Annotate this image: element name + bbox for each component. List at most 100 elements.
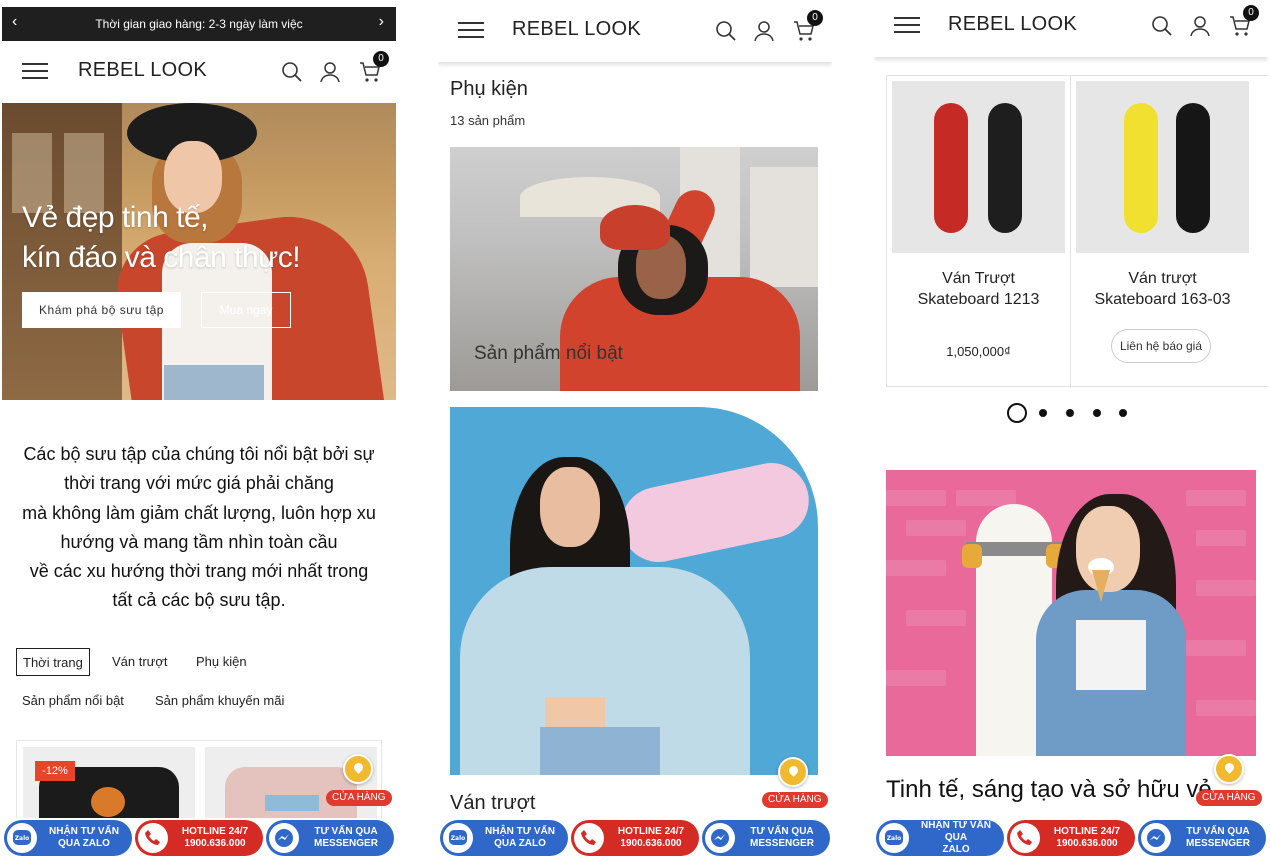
zalo-icon: Zalo <box>443 823 473 853</box>
product-name[interactable]: Ván trượt Skateboard 163-03 <box>1071 268 1254 310</box>
product-name-line1: Ván trượt <box>1128 270 1197 287</box>
zalo-consult-button[interactable]: Zalo NHẬN TƯ VẤN QUA ZALO <box>876 820 1004 856</box>
pagination-dot-active[interactable] <box>1007 403 1027 423</box>
pagination-dot[interactable] <box>1039 409 1047 417</box>
hotline-label: HOTLINE 24/7 <box>1053 826 1121 837</box>
brand-logo[interactable]: REBEL LOOK <box>948 13 1077 36</box>
intro-line: tất cả các bộ sưu tập. <box>112 590 286 611</box>
tab-featured[interactable]: Sản phẩm nổi bật <box>16 687 130 715</box>
hero-heading-line2: kín đáo và chân thực! <box>22 241 301 274</box>
product-card[interactable]: -12% <box>23 747 195 821</box>
promo-text: Thời gian giao hàng: 2-3 ngày làm việc <box>95 17 303 31</box>
svg-text:Zalo: Zalo <box>887 835 902 842</box>
hotline-button[interactable]: HOTLINE 24/7 1900.636.000 <box>135 820 263 856</box>
messenger-icon <box>705 823 735 853</box>
hotline-button[interactable]: HOTLINE 24/7 1900.636.000 <box>571 820 699 856</box>
zalo-line1: NHẬN TƯ VẤN <box>49 826 119 837</box>
zalo-icon: Zalo <box>879 823 909 853</box>
tab-accessories[interactable]: Phụ kiện <box>190 648 253 676</box>
cart-count-badge: 0 <box>1243 5 1259 21</box>
zalo-line1: NHẬN TƯ VẤN QUA <box>921 820 991 843</box>
mobile-screen-products: REBEL LOOK 0 Ván Trượt Skateboard 1213 1… <box>874 0 1268 860</box>
intro-line: mà không làm giảm chất lượng, luôn hợp x… <box>22 502 376 523</box>
svg-text:Zalo: Zalo <box>451 835 466 842</box>
hotline-number: 1900.636.000 <box>620 838 682 849</box>
tab-promotions[interactable]: Sản phẩm khuyến mãi <box>149 687 290 715</box>
map-pin-icon[interactable] <box>778 757 808 787</box>
menu-icon[interactable] <box>458 22 484 40</box>
featured-products-banner[interactable]: Sản phẩm nổi bật <box>450 147 818 391</box>
messenger-button[interactable]: TƯ VẤN QUA MESSENGER <box>266 820 394 856</box>
product-card[interactable]: Ván Trượt Skateboard 1213 1,050,000₫ <box>887 76 1070 388</box>
phone-icon <box>1010 823 1040 853</box>
product-name[interactable]: Ván Trượt Skateboard 1213 <box>887 268 1070 310</box>
user-icon[interactable] <box>1188 14 1212 38</box>
pagination-dot[interactable] <box>1119 409 1127 417</box>
contact-bar: Zalo NHẬN TƯ VẤN QUA ZALO HOTLINE 24/7 190… <box>438 818 832 860</box>
skateboard-category-image[interactable] <box>450 407 818 775</box>
zalo-line2: ZALO <box>942 844 970 855</box>
zalo-consult-button[interactable]: Zalo NHẬN TƯ VẤN QUA ZALO <box>440 820 568 856</box>
request-quote-button[interactable]: Liên hệ báo giá <box>1111 329 1211 363</box>
map-pin-icon[interactable] <box>1214 754 1244 784</box>
menu-icon[interactable] <box>894 17 920 35</box>
explore-collection-button[interactable]: Khám phá bộ sưu tập <box>22 292 181 328</box>
chevron-right-icon[interactable]: › <box>379 13 384 31</box>
chevron-left-icon[interactable]: ‹ <box>12 13 17 31</box>
hero-banner: Vẻ đẹp tinh tế, kín đáo và chân thực! Kh… <box>2 103 396 400</box>
intro-line: về các xu hướng thời trang mới nhất tron… <box>29 561 369 582</box>
cart-count-badge: 0 <box>807 10 823 26</box>
user-icon[interactable] <box>752 19 776 43</box>
phone-icon <box>574 823 604 853</box>
category-count: 13 sản phẩm <box>450 113 526 128</box>
cart-button[interactable]: 0 <box>358 51 389 84</box>
product-image[interactable] <box>1076 81 1249 253</box>
zalo-consult-button[interactable]: Zalo NHẬN TƯ VẤN QUA ZALO <box>4 820 132 856</box>
product-card[interactable]: Ván trượt Skateboard 163-03 Liên hệ báo … <box>1071 76 1254 388</box>
product-name-line2: Skateboard 1213 <box>917 291 1040 308</box>
product-name-line1: Ván Trượt <box>942 270 1015 287</box>
hotline-label: HOTLINE 24/7 <box>617 826 685 837</box>
store-label[interactable]: CỬA HÀNG <box>1196 790 1262 806</box>
category-heading-skateboard[interactable]: Ván trượt <box>450 792 535 815</box>
messenger-icon <box>269 823 299 853</box>
user-icon[interactable] <box>318 60 342 84</box>
messenger-line1: TƯ VẤN QUA <box>750 826 814 837</box>
hotline-number: 1900.636.000 <box>184 838 246 849</box>
messenger-line1: TƯ VẤN QUA <box>1186 826 1250 837</box>
lifestyle-banner[interactable] <box>886 470 1256 756</box>
product-image[interactable] <box>892 81 1065 253</box>
map-pin-icon[interactable] <box>343 754 373 784</box>
search-icon[interactable] <box>280 60 304 84</box>
pagination-dot[interactable] <box>1066 409 1074 417</box>
search-icon[interactable] <box>1150 14 1174 38</box>
messenger-icon <box>1141 823 1171 853</box>
intro-line: hướng và mang tầm nhìn toàn cầu <box>60 531 338 552</box>
store-label[interactable]: CỬA HÀNG <box>762 792 828 808</box>
store-label[interactable]: CỬA HÀNG <box>326 790 392 806</box>
buy-now-button[interactable]: Mua ngay <box>201 292 291 328</box>
product-price: 1,050,000₫ <box>946 344 1011 359</box>
messenger-button[interactable]: TƯ VẤN QUA MESSENGER <box>1138 820 1266 856</box>
tab-skateboard[interactable]: Ván trượt <box>106 648 174 676</box>
tab-fashion[interactable]: Thời trang <box>16 648 90 676</box>
contact-bar: Zalo NHẬN TƯ VẤN QUA ZALO HOTLINE 24/7 190… <box>874 818 1268 860</box>
brand-logo[interactable]: REBEL LOOK <box>512 18 641 41</box>
cart-count-badge: 0 <box>373 51 389 67</box>
cart-button[interactable]: 0 <box>792 10 823 43</box>
brand-logo[interactable]: REBEL LOOK <box>78 59 207 82</box>
product-grid: -12% <box>16 740 382 821</box>
menu-icon[interactable] <box>22 63 48 81</box>
hotline-button[interactable]: HOTLINE 24/7 1900.636.000 <box>1007 820 1135 856</box>
product-slider: Ván Trượt Skateboard 1213 1,050,000₫ Ván… <box>886 75 1268 388</box>
intro-text: Các bộ sưu tập của chúng tôi nổi bật bởi… <box>12 440 386 616</box>
pagination-dot[interactable] <box>1093 409 1101 417</box>
phone-icon <box>138 823 168 853</box>
cart-button[interactable]: 0 <box>1228 5 1259 38</box>
site-header: REBEL LOOK 0 <box>874 0 1268 57</box>
site-header: REBEL LOOK 0 <box>2 41 396 103</box>
messenger-line2: MESSENGER <box>314 838 378 849</box>
search-icon[interactable] <box>714 19 738 43</box>
category-title: Phụ kiện <box>450 78 528 100</box>
messenger-button[interactable]: TƯ VẤN QUA MESSENGER <box>702 820 830 856</box>
